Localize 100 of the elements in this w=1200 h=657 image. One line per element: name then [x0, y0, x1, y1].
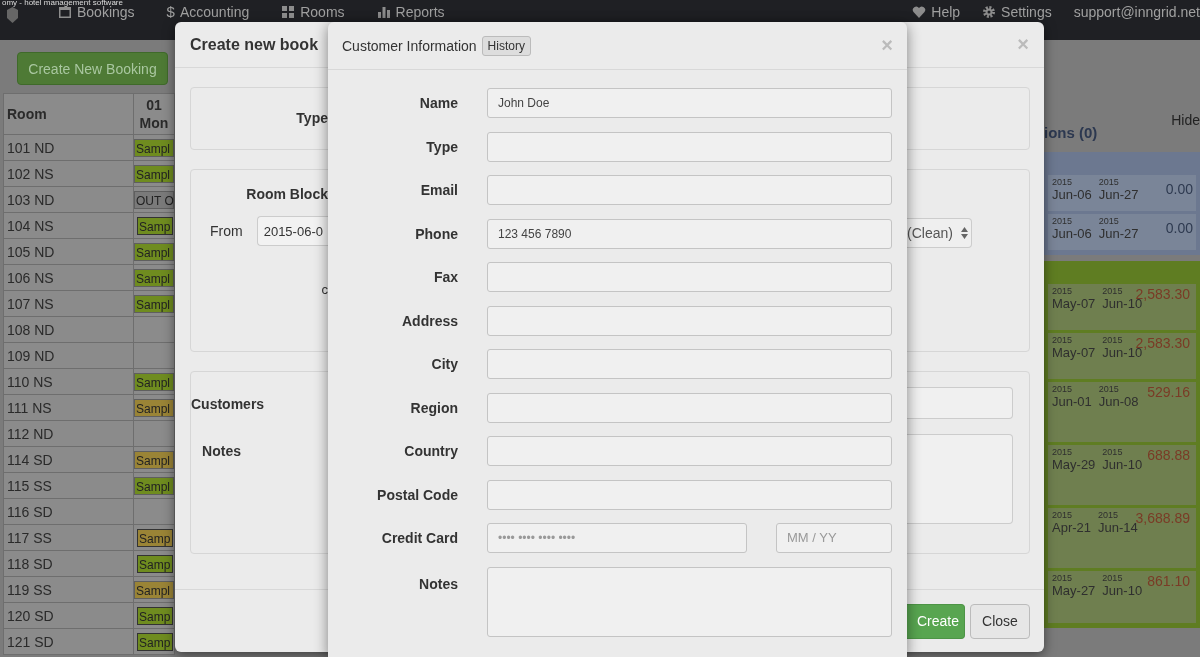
field-label: Email: [419, 182, 458, 198]
room-cell: 102 NS: [3, 160, 134, 187]
date-label: Jun-06: [1052, 226, 1092, 241]
history-button[interactable]: History: [481, 35, 531, 56]
year-label: 2015: [1052, 573, 1074, 583]
room-cell: 118 SD: [3, 550, 134, 577]
weekday-label: Mon: [138, 114, 170, 132]
booking-bar[interactable]: Sampl: [134, 294, 174, 313]
year-label: 2015: [1052, 177, 1074, 187]
booking-bar[interactable]: Sampl: [134, 580, 174, 599]
text-field[interactable]: [487, 392, 892, 423]
field-label: Fax: [432, 269, 458, 285]
close-button[interactable]: Close: [970, 603, 1030, 639]
hide-link[interactable]: Hide: [1171, 112, 1200, 152]
year-label: 2015: [1052, 447, 1074, 457]
field-label: Address: [400, 312, 458, 329]
booking-bar[interactable]: Samp: [137, 606, 173, 625]
date-label: Jun-01: [1052, 394, 1092, 409]
create-booking-button[interactable]: Create New Booking: [17, 52, 168, 85]
booking-bar[interactable]: Sampl: [134, 398, 174, 417]
amount: 861.10: [1147, 573, 1190, 589]
room-cell: 107 NS: [3, 290, 134, 317]
year-label: 2015: [1098, 216, 1120, 226]
text-field[interactable]: [487, 131, 892, 162]
date-label: Jun-08: [1098, 394, 1139, 409]
amount: 0.00: [1165, 181, 1193, 197]
year-label: 2015: [1052, 216, 1074, 226]
room-cell: 115 SS: [3, 472, 134, 499]
nav-item[interactable]: Reports: [376, 4, 445, 20]
amount: 0.00: [1165, 220, 1193, 236]
year-label: 2015: [1102, 573, 1124, 583]
expiry-field[interactable]: MM / YY: [776, 523, 892, 553]
room-cell: 119 SS: [3, 576, 134, 603]
bar-chart-icon: [376, 5, 391, 19]
text-field[interactable]: John Doe: [487, 88, 892, 118]
notes-field[interactable]: [907, 434, 1013, 524]
year-label: 2015: [1052, 286, 1074, 296]
booking-bar[interactable]: Sampl: [134, 268, 174, 287]
date-label: Jun-27: [1098, 187, 1139, 202]
settings-icon: [982, 5, 997, 19]
room-select[interactable]: (Clean): [907, 218, 972, 248]
field-label: c: [320, 282, 328, 297]
window-title: omy - hotel management software: [2, 0, 123, 7]
field-label: Phone: [414, 225, 458, 242]
text-field[interactable]: [487, 349, 892, 379]
field-label: Name: [418, 95, 458, 111]
date-field[interactable]: 2015-06-0: [256, 216, 328, 246]
booking-bar[interactable]: Sampl: [134, 450, 174, 469]
date-label: May-27: [1052, 583, 1096, 598]
account-link[interactable]: support@inngrid.net: [1073, 4, 1200, 20]
booking-bar[interactable]: Samp: [137, 216, 173, 235]
create-button[interactable]: Create: [907, 603, 965, 639]
nav-item[interactable]: Help: [912, 4, 961, 20]
card-number-field[interactable]: •••• •••• •••• ••••: [487, 523, 747, 553]
date-label: Jun-06: [1052, 187, 1092, 202]
text-field[interactable]: [487, 436, 892, 466]
room-cell: 117 SS: [3, 524, 134, 551]
room-cell: 101 ND: [3, 134, 134, 161]
date-label: Jun-10: [1102, 457, 1143, 472]
logo-icon: [5, 6, 20, 24]
booking-bar[interactable]: Samp: [137, 632, 173, 651]
nav-item[interactable]: Settings: [982, 4, 1052, 20]
text-field[interactable]: [487, 262, 892, 292]
date-label: Jun-10: [1102, 583, 1143, 598]
room-cell: 109 ND: [3, 342, 134, 369]
field-label: Credit Card: [380, 530, 458, 546]
field-label: Postal Code: [376, 486, 458, 503]
field-label: Type: [425, 138, 458, 155]
field-label: Notes: [201, 443, 242, 459]
booking-bar[interactable]: Sampl: [134, 476, 174, 495]
booking-bar[interactable]: Sampl: [134, 164, 174, 183]
notes-field[interactable]: [487, 566, 892, 637]
nav-item[interactable]: $ Accounting: [166, 4, 250, 20]
field-label: Room Block: [245, 186, 328, 202]
calendar-icon: [58, 5, 72, 19]
day-number: 01: [145, 96, 163, 114]
year-label: 2015: [1052, 384, 1074, 394]
booking-bar[interactable]: Sampl: [134, 372, 174, 391]
year-label: 2015: [1098, 384, 1120, 394]
booking-bar[interactable]: Sampl: [134, 138, 174, 157]
reservation-card[interactable]: 2015 Jun-06 2015 Jun-27 0.00: [1048, 214, 1196, 250]
text-field[interactable]: [487, 479, 892, 510]
modal-title: Customer Information: [342, 37, 477, 54]
text-field[interactable]: [487, 305, 892, 336]
heart-icon: [912, 5, 927, 19]
column-header: Room: [3, 93, 134, 135]
room-cell: 111 NS: [3, 394, 134, 421]
booking-bar[interactable]: Samp: [137, 554, 173, 573]
room-cell: 106 NS: [3, 264, 134, 291]
booking-bar[interactable]: OUT O: [134, 190, 174, 209]
booking-bar[interactable]: Sampl: [134, 242, 174, 261]
reservation-card[interactable]: 2015 Jun-06 2015 Jun-27 0.00: [1048, 175, 1196, 211]
text-field[interactable]: [487, 175, 892, 205]
booking-bar[interactable]: Samp: [137, 528, 173, 547]
year-label: 2015: [1098, 510, 1120, 520]
amount: 3,688.89: [1135, 510, 1190, 526]
room-cell: 105 ND: [3, 238, 134, 265]
text-field[interactable]: 123 456 7890: [487, 218, 892, 249]
nav-item[interactable]: Rooms: [281, 4, 345, 20]
customer-field[interactable]: [907, 387, 1013, 419]
